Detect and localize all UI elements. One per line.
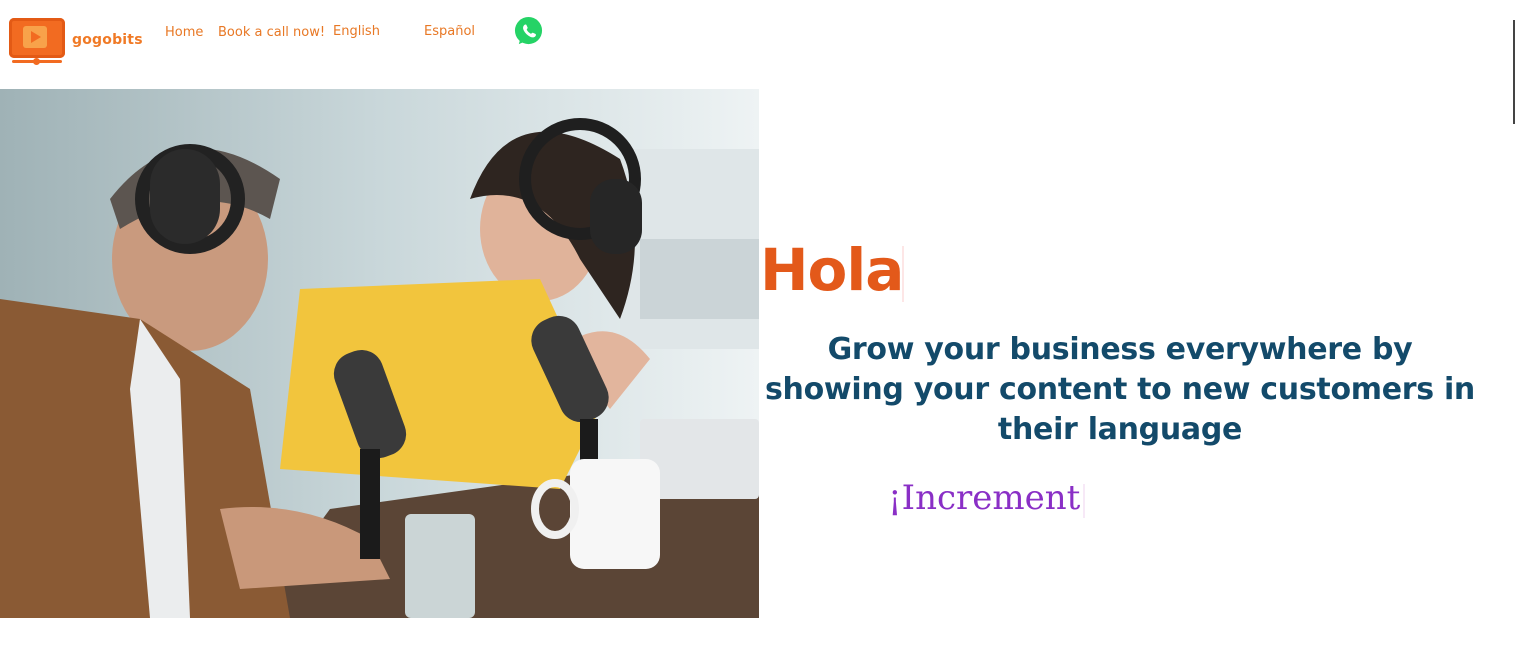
site-header: gogobits Home Book a call now! English E… (0, 0, 1515, 124)
logo-base (12, 58, 62, 65)
hero-photo-podcast (0, 89, 759, 618)
whatsapp-icon[interactable] (513, 16, 544, 47)
nav-home-link[interactable]: Home (165, 25, 203, 40)
logo-tile (9, 18, 65, 65)
brand-name: gogobits (72, 32, 143, 48)
hero-greeting: Hola (760, 236, 904, 304)
podcast-illustration (0, 89, 759, 618)
nav-english-link[interactable]: English (333, 24, 380, 39)
hero-tagline: Grow your business everywhere by showing… (765, 332, 1475, 447)
nav-espanol-link[interactable]: Español (424, 24, 475, 39)
brand-logo[interactable]: gogobits (9, 18, 143, 65)
typing-caret-secondary (1083, 484, 1085, 518)
typing-caret (902, 246, 904, 302)
typed-word: ¡Increment (888, 478, 1081, 518)
play-icon (23, 26, 47, 48)
nav-book-call-link[interactable]: Book a call now! (218, 25, 325, 40)
